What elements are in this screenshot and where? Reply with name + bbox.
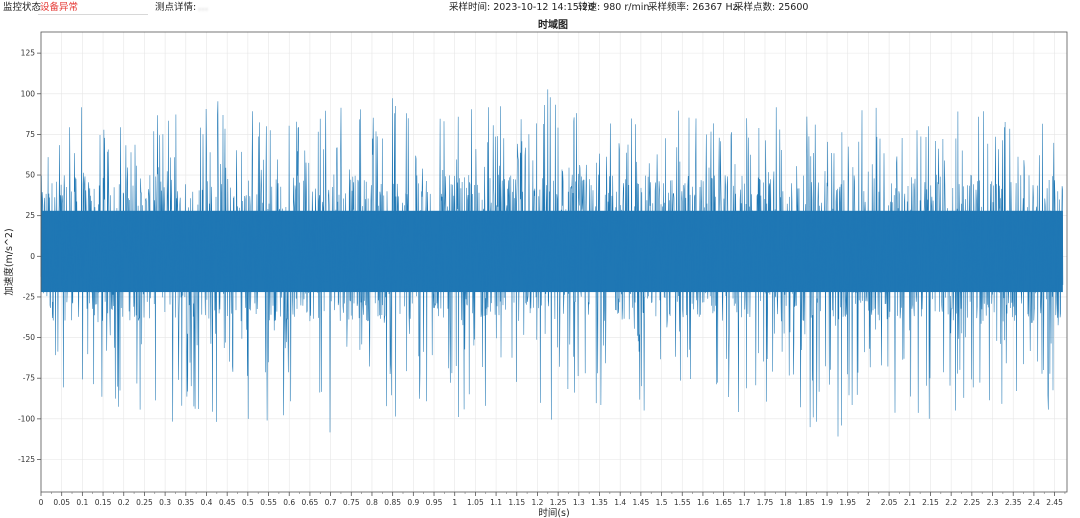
x-tick-label: 1.65 <box>715 498 732 507</box>
x-tick-label: 2.4 <box>1028 498 1040 507</box>
y-tick-label: 25 <box>25 211 35 220</box>
x-tick-label: 2 <box>866 498 871 507</box>
x-tick-label: 0.75 <box>343 498 360 507</box>
sample-time: 采样时间: 2023-10-12 14:15:26 <box>449 2 595 13</box>
y-axis-title: 加速度(m/s^2) <box>3 228 15 295</box>
x-tick-label: 0.9 <box>407 498 419 507</box>
rotation-speed: 转速: 980 r/min <box>578 2 650 13</box>
y-tick-label: -100 <box>18 414 35 423</box>
x-tick-label: 1.15 <box>508 498 525 507</box>
sample-points: 采样点数: 25600 <box>734 2 809 13</box>
y-tick-label: 125 <box>21 49 36 58</box>
x-tick-label: 1.05 <box>467 498 484 507</box>
x-tick-label: 1.25 <box>550 498 567 507</box>
x-tick-label: 1.95 <box>839 498 856 507</box>
x-tick-label: 0.15 <box>95 498 112 507</box>
x-tick-label: 1.9 <box>821 498 833 507</box>
y-tick-label: -75 <box>23 374 35 383</box>
x-tick-label: 0.45 <box>219 498 236 507</box>
x-tick-label: 0.8 <box>366 498 378 507</box>
x-tick-label: 0.05 <box>53 498 70 507</box>
x-tick-label: 1.7 <box>738 498 750 507</box>
x-tick-label: 1.5 <box>656 498 668 507</box>
x-tick-label: 1.1 <box>490 498 502 507</box>
x-tick-label: 0.5 <box>242 498 254 507</box>
x-tick-label: 0.65 <box>302 498 319 507</box>
x-tick-label: 0.85 <box>384 498 401 507</box>
x-tick-label: 0.35 <box>177 498 194 507</box>
x-tick-label: 2.45 <box>1046 498 1063 507</box>
x-axis: 0 0.05 0.1 0.15 0.2 0.25 0.3 0.35 0.4 0.45 0.5 0.55… <box>39 492 1066 507</box>
x-tick-label: 0.2 <box>118 498 130 507</box>
status-underline <box>38 14 148 15</box>
x-tick-label: 2.15 <box>922 498 939 507</box>
x-tick-label: 2.05 <box>881 498 898 507</box>
x-tick-label: 1.3 <box>573 498 585 507</box>
x-tick-label: 1.35 <box>591 498 608 507</box>
x-tick-label: 0.55 <box>260 498 277 507</box>
x-tick-label: 2.2 <box>945 498 957 507</box>
x-tick-label: 0.3 <box>159 498 171 507</box>
y-tick-label: -25 <box>23 292 35 301</box>
x-tick-label: 0.6 <box>283 498 295 507</box>
monitor-status-label: 监控状态 <box>3 2 42 13</box>
x-tick-label: 1.55 <box>674 498 691 507</box>
y-axis: -125 -100 -75 -50 -25 0 25 50 75 100 125 <box>18 49 41 464</box>
sample-rate: 采样频率: 26367 Hz <box>648 2 738 13</box>
x-tick-label: 1.85 <box>798 498 815 507</box>
x-tick-label: 1.6 <box>697 498 709 507</box>
y-tick-label: 75 <box>25 130 35 139</box>
point-detail-label: 测点详情: <box>155 2 197 13</box>
y-tick-label: -125 <box>18 455 35 464</box>
x-tick-label: 1 <box>452 498 457 507</box>
x-tick-label: 0.1 <box>76 498 88 507</box>
status-bar: 监控状态 设备异常 测点详情: ... 采样时间: 2023-10-12 14:… <box>0 0 1080 16</box>
x-tick-label: 2.3 <box>987 498 999 507</box>
x-tick-label: 0.95 <box>426 498 443 507</box>
time-domain-chart: 时域图 -125 -100 -75 -50 -25 0 25 50 75 100 125 0 0.05… <box>3 18 1068 518</box>
x-tick-label: 0.25 <box>136 498 153 507</box>
y-tick-label: 100 <box>21 89 36 98</box>
x-tick-label: 1.4 <box>614 498 626 507</box>
x-tick-label: 2.35 <box>1005 498 1022 507</box>
y-tick-label: -50 <box>23 333 35 342</box>
x-tick-label: 1.75 <box>757 498 774 507</box>
point-detail-value: ... <box>198 2 209 13</box>
x-tick-label: 0.4 <box>201 498 213 507</box>
x-tick-label: 1.8 <box>780 498 792 507</box>
y-tick-label: 50 <box>25 171 35 180</box>
chart-title: 时域图 <box>538 18 568 31</box>
x-tick-label: 2.1 <box>904 498 916 507</box>
y-tick-label: 0 <box>30 252 35 261</box>
x-tick-label: 2.25 <box>963 498 980 507</box>
x-tick-label: 1.2 <box>531 498 543 507</box>
x-tick-label: 1.45 <box>633 498 650 507</box>
x-tick-label: 0 <box>39 498 44 507</box>
x-tick-label: 0.7 <box>325 498 337 507</box>
x-axis-title: 时间(s) <box>538 507 569 518</box>
